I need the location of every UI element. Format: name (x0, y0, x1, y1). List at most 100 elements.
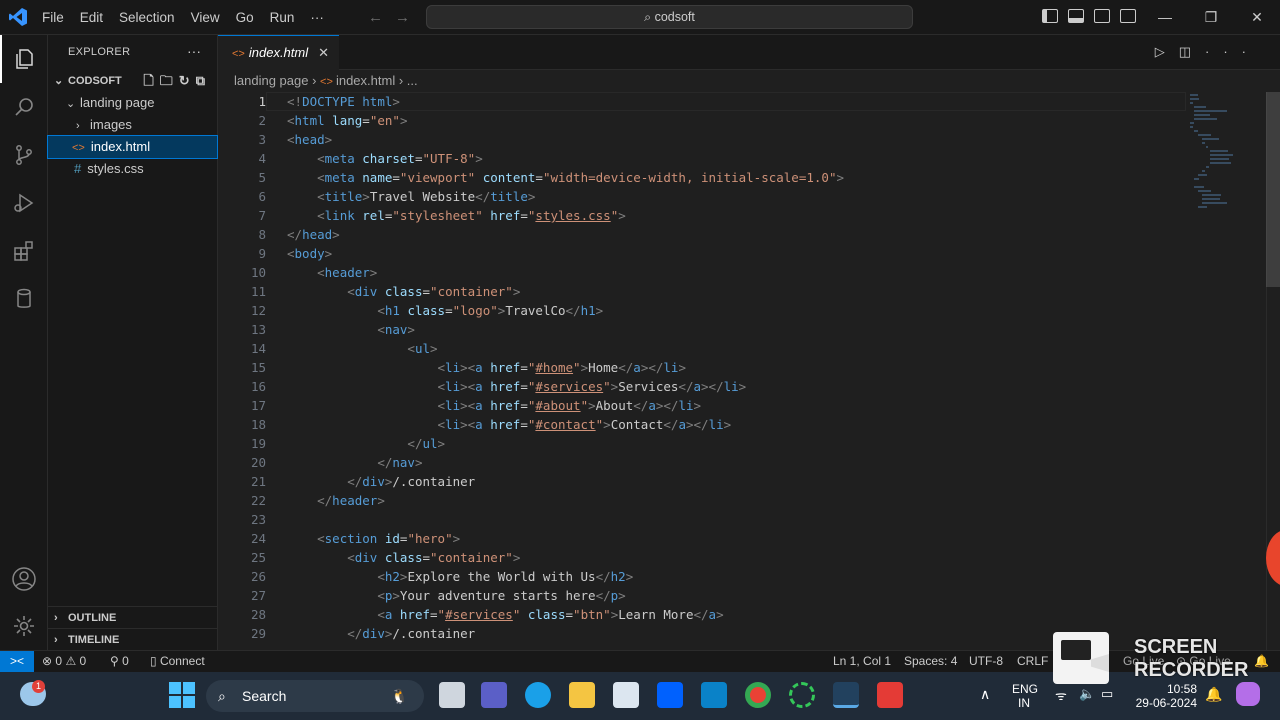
refresh-icon[interactable]: ↻ (179, 73, 196, 88)
toggle-panel-icon[interactable] (1068, 9, 1084, 23)
notification-bell-icon[interactable]: 🔔 (1205, 686, 1222, 703)
vscode-taskbar-icon[interactable] (833, 682, 859, 708)
line-number[interactable]: 25 (218, 548, 266, 567)
close-tab-icon[interactable]: ✕ (318, 36, 329, 70)
file-explorer-icon[interactable] (569, 682, 595, 708)
manage-gear-icon[interactable] (0, 602, 48, 650)
line-number[interactable]: 27 (218, 586, 266, 605)
code-line[interactable]: <p>Your adventure starts here</p> (287, 586, 844, 605)
restore-icon[interactable]: ❐ (1188, 0, 1234, 35)
battery-icon[interactable]: ▭ (1101, 686, 1113, 702)
line-number[interactable]: 6 (218, 187, 266, 206)
myhp-icon[interactable] (701, 682, 727, 708)
code-line[interactable]: <nav> (287, 320, 844, 339)
code-line[interactable]: <li><a href="#about">About</a></li> (287, 396, 844, 415)
run-icon[interactable]: ▷ (1155, 44, 1179, 59)
line-number[interactable]: 9 (218, 244, 266, 263)
more-actions-icon[interactable]: ··· (1205, 44, 1260, 59)
line-number[interactable]: 8 (218, 225, 266, 244)
breadcrumb-symbol[interactable]: ... (407, 73, 418, 88)
dropbox-icon[interactable] (657, 682, 683, 708)
encoding[interactable]: UTF-8 (969, 651, 1003, 672)
close-icon[interactable]: ✕ (1234, 0, 1280, 35)
line-number[interactable]: 28 (218, 605, 266, 624)
problems-indicator[interactable]: ⊗ 0 ⚠ 0 (42, 651, 86, 672)
line-number[interactable]: 15 (218, 358, 266, 377)
line-endings[interactable]: CRLF (1017, 651, 1048, 672)
screen-recorder-taskbar-icon[interactable] (877, 682, 903, 708)
code-line[interactable]: <div class="container"> (287, 548, 844, 567)
line-number[interactable]: 16 (218, 377, 266, 396)
code-line[interactable]: <h2>Explore the World with Us</h2> (287, 567, 844, 586)
back-arrow-icon[interactable]: ← (368, 9, 395, 26)
minimize-icon[interactable]: — (1142, 0, 1188, 35)
start-icon[interactable] (169, 682, 195, 708)
collapse-all-icon[interactable]: ⧉ (196, 73, 211, 88)
customize-layout-icon[interactable] (1120, 9, 1136, 23)
ports-indicator[interactable]: ⚲ 0 (110, 651, 129, 672)
code-line[interactable]: <section id="hero"> (287, 529, 844, 548)
line-number[interactable]: 5 (218, 168, 266, 187)
line-number[interactable]: 17 (218, 396, 266, 415)
code-editor[interactable]: 1 2 3 4 5 6 7 8 9 10 11 12 13 14 15 16 17 18 19 20 21 22 23 24 2… (218, 92, 1280, 650)
language-indicator[interactable]: ENG IN (1012, 682, 1038, 710)
line-number[interactable]: 11 (218, 282, 266, 301)
line-number[interactable]: 19 (218, 434, 266, 453)
scrollbar-thumb[interactable] (1266, 92, 1280, 287)
line-number[interactable]: 12 (218, 301, 266, 320)
indentation[interactable]: Spaces: 4 (904, 651, 957, 672)
line-number[interactable]: 4 (218, 149, 266, 168)
menu-run[interactable]: Run (262, 0, 303, 35)
code-line[interactable]: <link rel="stylesheet" href="styles.css"… (287, 206, 844, 225)
line-number[interactable]: 14 (218, 339, 266, 358)
code-line[interactable]: <!DOCTYPE html> (287, 92, 844, 111)
explorer-icon[interactable] (0, 35, 48, 83)
toggle-primary-sidebar-icon[interactable] (1042, 9, 1058, 23)
code-line[interactable]: <div class="container"> (287, 282, 844, 301)
search-icon[interactable] (0, 83, 48, 131)
code-line[interactable]: </div>/.container (287, 472, 844, 491)
source-control-icon[interactable] (0, 131, 48, 179)
tab-index-html[interactable]: <> index.html ✕ (218, 35, 339, 70)
wifi-icon[interactable]: ᯤ (1055, 686, 1067, 704)
root-folder[interactable]: ⌄ CODSOFT 🗋🗀↻⧉ (48, 70, 217, 92)
code-line[interactable]: <html lang="en"> (287, 111, 844, 130)
code-line[interactable]: </nav> (287, 453, 844, 472)
tree-item-styles-css[interactable]: # styles.css (48, 158, 217, 180)
timeline-section[interactable]: › TIMELINE (48, 628, 218, 650)
copilot-icon[interactable] (1236, 682, 1260, 706)
menu-more[interactable]: ··· (302, 0, 332, 35)
new-folder-icon[interactable]: 🗀 (160, 73, 179, 88)
line-number[interactable]: 13 (218, 320, 266, 339)
breadcrumb-file[interactable]: index.html (336, 73, 395, 88)
code-line[interactable]: <head> (287, 130, 844, 149)
split-editor-icon[interactable]: ◫ (1179, 44, 1205, 59)
code-line[interactable]: <title>Travel Website</title> (287, 187, 844, 206)
code-line[interactable]: <li><a href="#home">Home</a></li> (287, 358, 844, 377)
toggle-secondary-sidebar-icon[interactable] (1094, 9, 1110, 23)
line-number[interactable]: 20 (218, 453, 266, 472)
code-line[interactable]: </header> (287, 491, 844, 510)
code-line[interactable]: <header> (287, 263, 844, 282)
run-debug-icon[interactable] (0, 179, 48, 227)
code-line[interactable]: </ul> (287, 434, 844, 453)
menu-go[interactable]: Go (228, 0, 262, 35)
notifications-bell-icon[interactable]: 🔔 (1254, 651, 1269, 672)
breadcrumb-folder[interactable]: landing page (234, 73, 308, 88)
explorer-more-icon[interactable]: ··· (187, 35, 201, 68)
menu-edit[interactable]: Edit (72, 0, 111, 35)
forward-arrow-icon[interactable]: → (395, 9, 422, 26)
line-number[interactable]: 29 (218, 624, 266, 643)
code-line[interactable]: <body> (287, 244, 844, 263)
accounts-icon[interactable] (0, 555, 48, 603)
line-number[interactable]: 24 (218, 529, 266, 548)
extensions-icon[interactable] (0, 227, 48, 275)
line-number[interactable]: 23 (218, 510, 266, 529)
chrome-icon[interactable] (745, 682, 771, 708)
line-number[interactable]: 7 (218, 206, 266, 225)
code-line[interactable]: <li><a href="#contact">Contact</a></li> (287, 415, 844, 434)
line-number[interactable]: 3 (218, 130, 266, 149)
line-number[interactable]: 1 (218, 92, 266, 111)
code-line[interactable]: </div>/.container (287, 624, 844, 643)
line-number[interactable]: 22 (218, 491, 266, 510)
